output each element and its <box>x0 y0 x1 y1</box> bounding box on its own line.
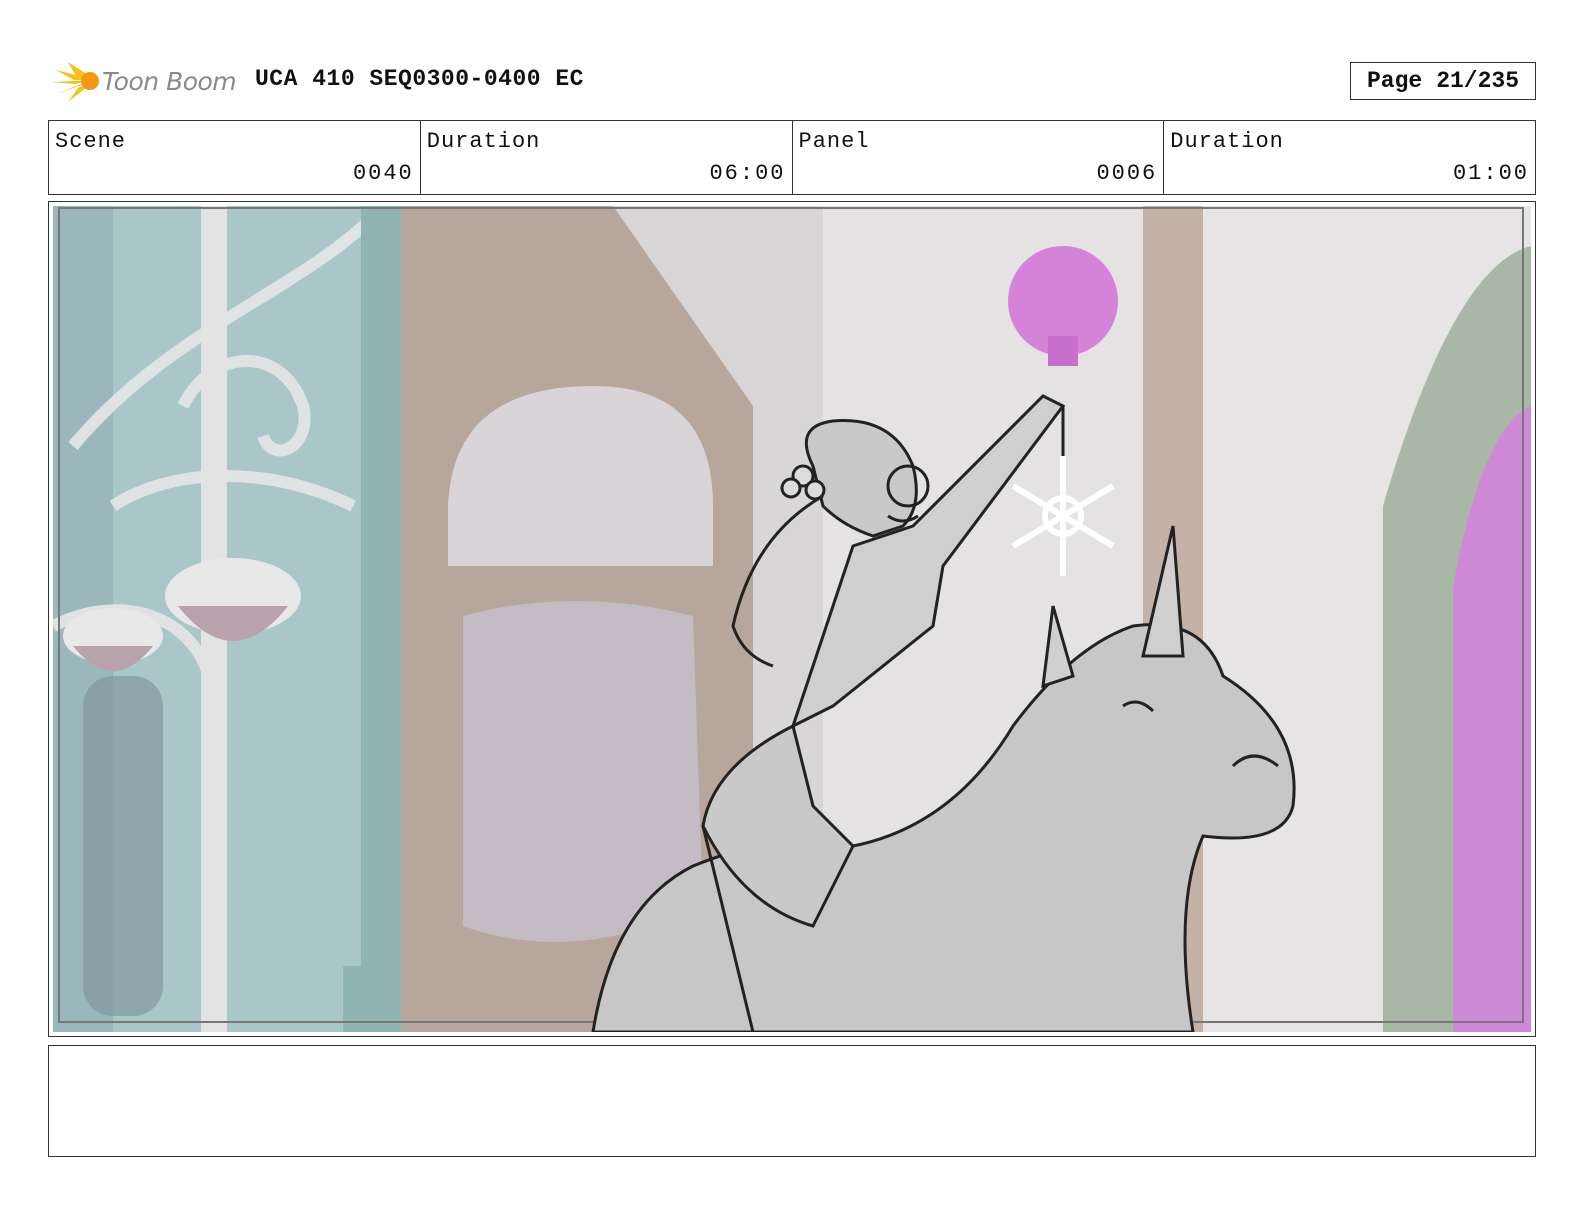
storyboard-panel <box>48 201 1536 1037</box>
scene-cell: Scene 0040 <box>49 121 421 194</box>
panel-notes <box>48 1045 1536 1157</box>
storyboard-sketch <box>53 206 1531 1032</box>
panel-duration-label: Duration <box>1170 129 1284 154</box>
page-indicator: Page 21/235 <box>1350 62 1536 100</box>
panel-value: 0006 <box>1096 161 1158 186</box>
scene-duration-value: 06:00 <box>709 161 786 186</box>
page-header: Toon Boom UCA 410 SEQ0300-0400 EC Page 2… <box>50 54 1536 108</box>
scene-duration-label: Duration <box>426 129 541 154</box>
panel-label: Panel <box>798 129 870 154</box>
scene-value: 0040 <box>352 161 414 186</box>
document-title: UCA 410 SEQ0300-0400 EC <box>255 66 584 92</box>
toon-boom-logo: Toon Boom <box>50 56 237 106</box>
scene-duration-cell: Duration 06:00 <box>421 121 793 194</box>
logo-text: Toon Boom <box>102 66 237 96</box>
panel-duration-cell: Duration 01:00 <box>1164 121 1535 194</box>
starburst-icon <box>52 62 99 102</box>
scene-label: Scene <box>55 129 127 154</box>
page-label: Page <box>1366 68 1423 94</box>
panel-duration-value: 01:00 <box>1452 161 1529 186</box>
panel-artwork <box>53 206 1531 1032</box>
page-number: 21/235 <box>1436 68 1520 94</box>
panel-info-table: Scene 0040 Duration 06:00 Panel 0006 Dur… <box>48 120 1536 195</box>
panel-cell: Panel 0006 <box>793 121 1165 194</box>
